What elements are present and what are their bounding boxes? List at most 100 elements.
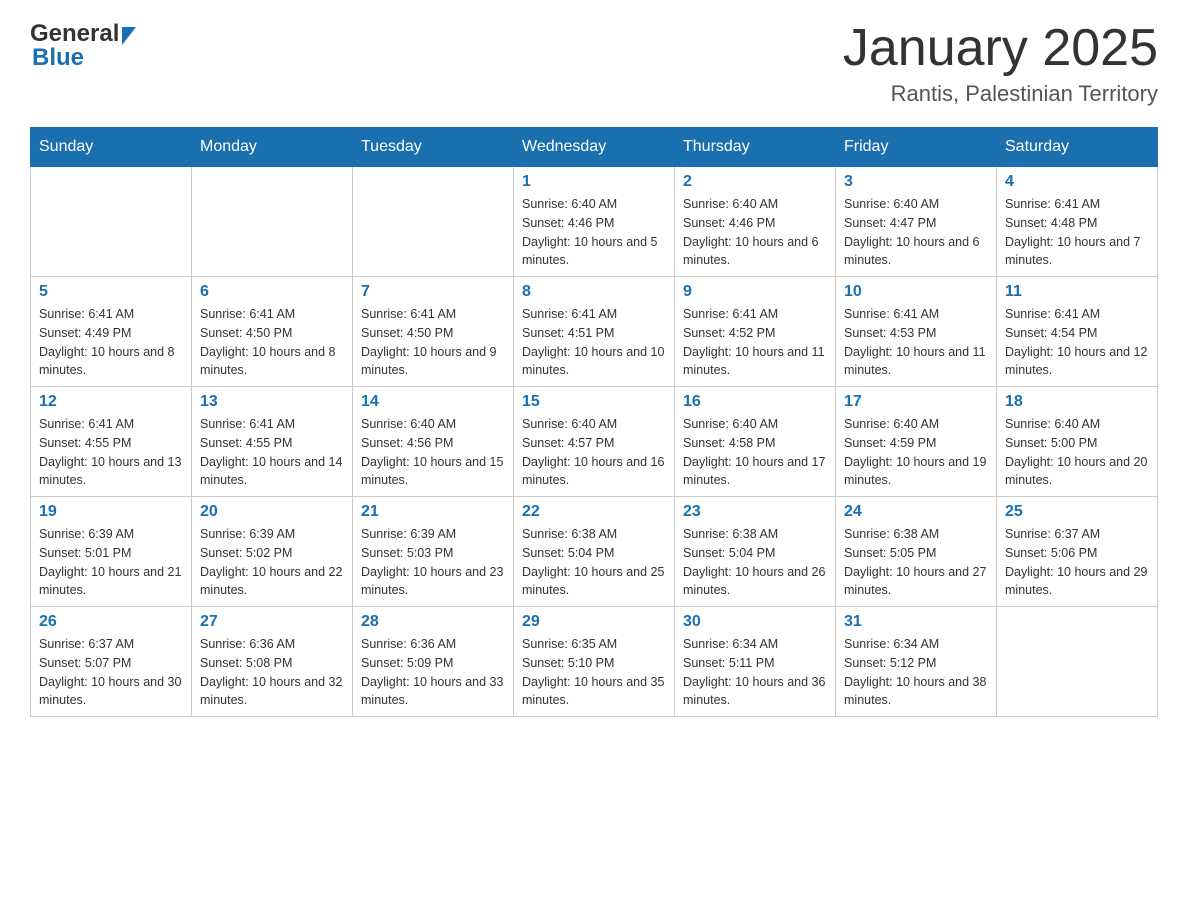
day-info: Sunrise: 6:41 AM Sunset: 4:48 PM Dayligh… [1005, 195, 1149, 270]
calendar-cell: 19 Sunrise: 6:39 AM Sunset: 5:01 PM Dayli… [31, 497, 192, 607]
calendar-week-row: 5 Sunrise: 6:41 AM Sunset: 4:49 PM Daylig… [31, 277, 1158, 387]
day-info: Sunrise: 6:34 AM Sunset: 5:12 PM Dayligh… [844, 635, 988, 710]
day-info: Sunrise: 6:36 AM Sunset: 5:08 PM Dayligh… [200, 635, 344, 710]
logo-blue-text: Blue [32, 44, 84, 72]
day-info: Sunrise: 6:34 AM Sunset: 5:11 PM Dayligh… [683, 635, 827, 710]
calendar-cell: 11 Sunrise: 6:41 AM Sunset: 4:54 PM Dayli… [997, 277, 1158, 387]
calendar-cell: 4 Sunrise: 6:41 AM Sunset: 4:48 PM Daylig… [997, 167, 1158, 277]
day-info: Sunrise: 6:36 AM Sunset: 5:09 PM Dayligh… [361, 635, 505, 710]
calendar-cell: 20Sunrise: 6:39 AM Sunset: 5:02 PM Dayli… [192, 497, 353, 607]
day-info: Sunrise: 6:35 AM Sunset: 5:10 PM Dayligh… [522, 635, 666, 710]
day-number: 11 [1005, 283, 1149, 301]
day-info: Sunrise: 6:37 AM Sunset: 5:06 PM Dayligh… [1005, 525, 1149, 600]
calendar-cell [192, 167, 353, 277]
calendar-cell: 5 Sunrise: 6:41 AM Sunset: 4:49 PM Daylig… [31, 277, 192, 387]
day-info: Sunrise: 6:41 AM Sunset: 4:52 PM Dayligh… [683, 305, 827, 380]
day-number: 4 [1005, 173, 1149, 191]
calendar-cell: 14 Sunrise: 6:40 AM Sunset: 4:56 PM Dayli… [353, 387, 514, 497]
day-info: Sunrise: 6:41 AM Sunset: 4:49 PM Dayligh… [39, 305, 183, 380]
day-number: 14 [361, 393, 505, 411]
logo-arrow-icon [122, 27, 136, 45]
day-info: Sunrise: 6:41 AM Sunset: 4:54 PM Dayligh… [1005, 305, 1149, 380]
calendar-cell: 8 Sunrise: 6:41 AM Sunset: 4:51 PM Daylig… [514, 277, 675, 387]
day-number: 23 [683, 503, 827, 521]
day-info: Sunrise: 6:40 AM Sunset: 4:46 PM Dayligh… [522, 195, 666, 270]
calendar-week-row: 26Sunrise: 6:37 AM Sunset: 5:07 PM Dayli… [31, 607, 1158, 717]
calendar-cell: 1 Sunrise: 6:40 AM Sunset: 4:46 PM Daylig… [514, 167, 675, 277]
day-info: Sunrise: 6:39 AM Sunset: 5:03 PM Dayligh… [361, 525, 505, 600]
col-thursday: Thursday [675, 128, 836, 167]
day-info: Sunrise: 6:41 AM Sunset: 4:51 PM Dayligh… [522, 305, 666, 380]
day-number: 12 [39, 393, 183, 411]
day-number: 26 [39, 613, 183, 631]
day-number: 2 [683, 173, 827, 191]
calendar-week-row: 19 Sunrise: 6:39 AM Sunset: 5:01 PM Dayli… [31, 497, 1158, 607]
day-number: 8 [522, 283, 666, 301]
day-info: Sunrise: 6:39 AM Sunset: 5:01 PM Dayligh… [39, 525, 183, 600]
day-info: Sunrise: 6:38 AM Sunset: 5:05 PM Dayligh… [844, 525, 988, 600]
calendar-cell: 2 Sunrise: 6:40 AM Sunset: 4:46 PM Daylig… [675, 167, 836, 277]
calendar-cell: 31Sunrise: 6:34 AM Sunset: 5:12 PM Dayli… [836, 607, 997, 717]
day-info: Sunrise: 6:39 AM Sunset: 5:02 PM Dayligh… [200, 525, 344, 600]
day-info: Sunrise: 6:41 AM Sunset: 4:50 PM Dayligh… [361, 305, 505, 380]
day-info: Sunrise: 6:41 AM Sunset: 4:55 PM Dayligh… [200, 415, 344, 490]
day-number: 21 [361, 503, 505, 521]
day-info: Sunrise: 6:40 AM Sunset: 4:59 PM Dayligh… [844, 415, 988, 490]
calendar-cell: 24 Sunrise: 6:38 AM Sunset: 5:05 PM Dayli… [836, 497, 997, 607]
calendar-cell: 15 Sunrise: 6:40 AM Sunset: 4:57 PM Dayli… [514, 387, 675, 497]
calendar-header-row: Sunday Monday Tuesday Wednesday Thursday… [31, 128, 1158, 167]
calendar-cell: 30 Sunrise: 6:34 AM Sunset: 5:11 PM Dayli… [675, 607, 836, 717]
calendar-cell: 9 Sunrise: 6:41 AM Sunset: 4:52 PM Daylig… [675, 277, 836, 387]
calendar-cell: 26Sunrise: 6:37 AM Sunset: 5:07 PM Dayli… [31, 607, 192, 717]
calendar-cell: 12 Sunrise: 6:41 AM Sunset: 4:55 PM Dayli… [31, 387, 192, 497]
col-monday: Monday [192, 128, 353, 167]
day-number: 10 [844, 283, 988, 301]
col-saturday: Saturday [997, 128, 1158, 167]
day-number: 19 [39, 503, 183, 521]
day-info: Sunrise: 6:40 AM Sunset: 4:56 PM Dayligh… [361, 415, 505, 490]
day-number: 22 [522, 503, 666, 521]
calendar-cell: 28 Sunrise: 6:36 AM Sunset: 5:09 PM Dayli… [353, 607, 514, 717]
day-number: 27 [200, 613, 344, 631]
day-number: 29 [522, 613, 666, 631]
day-number: 9 [683, 283, 827, 301]
calendar-cell: 25 Sunrise: 6:37 AM Sunset: 5:06 PM Dayli… [997, 497, 1158, 607]
col-friday: Friday [836, 128, 997, 167]
calendar-cell: 10Sunrise: 6:41 AM Sunset: 4:53 PM Dayli… [836, 277, 997, 387]
calendar-cell [997, 607, 1158, 717]
day-number: 28 [361, 613, 505, 631]
col-tuesday: Tuesday [353, 128, 514, 167]
calendar-week-row: 12 Sunrise: 6:41 AM Sunset: 4:55 PM Dayli… [31, 387, 1158, 497]
day-info: Sunrise: 6:40 AM Sunset: 4:46 PM Dayligh… [683, 195, 827, 270]
calendar-cell: 22 Sunrise: 6:38 AM Sunset: 5:04 PM Dayli… [514, 497, 675, 607]
calendar-cell: 16Sunrise: 6:40 AM Sunset: 4:58 PM Dayli… [675, 387, 836, 497]
calendar-cell: 21 Sunrise: 6:39 AM Sunset: 5:03 PM Dayli… [353, 497, 514, 607]
day-info: Sunrise: 6:38 AM Sunset: 5:04 PM Dayligh… [522, 525, 666, 600]
page-header: General Blue January 2025 Rantis, Palest… [30, 20, 1158, 107]
day-number: 16 [683, 393, 827, 411]
calendar-cell: 27 Sunrise: 6:36 AM Sunset: 5:08 PM Dayli… [192, 607, 353, 717]
calendar-cell: 18Sunrise: 6:40 AM Sunset: 5:00 PM Dayli… [997, 387, 1158, 497]
calendar-cell: 7 Sunrise: 6:41 AM Sunset: 4:50 PM Daylig… [353, 277, 514, 387]
day-info: Sunrise: 6:40 AM Sunset: 4:47 PM Dayligh… [844, 195, 988, 270]
day-number: 25 [1005, 503, 1149, 521]
calendar-week-row: 1 Sunrise: 6:40 AM Sunset: 4:46 PM Daylig… [31, 167, 1158, 277]
calendar-cell [353, 167, 514, 277]
day-info: Sunrise: 6:38 AM Sunset: 5:04 PM Dayligh… [683, 525, 827, 600]
col-sunday: Sunday [31, 128, 192, 167]
day-info: Sunrise: 6:41 AM Sunset: 4:50 PM Dayligh… [200, 305, 344, 380]
calendar-cell: 17 Sunrise: 6:40 AM Sunset: 4:59 PM Dayli… [836, 387, 997, 497]
day-number: 1 [522, 173, 666, 191]
location-title: Rantis, Palestinian Territory [843, 81, 1158, 107]
calendar-cell: 29 Sunrise: 6:35 AM Sunset: 5:10 PM Dayli… [514, 607, 675, 717]
day-info: Sunrise: 6:41 AM Sunset: 4:55 PM Dayligh… [39, 415, 183, 490]
day-number: 30 [683, 613, 827, 631]
day-number: 24 [844, 503, 988, 521]
day-number: 5 [39, 283, 183, 301]
day-number: 17 [844, 393, 988, 411]
day-info: Sunrise: 6:40 AM Sunset: 5:00 PM Dayligh… [1005, 415, 1149, 490]
day-info: Sunrise: 6:40 AM Sunset: 4:57 PM Dayligh… [522, 415, 666, 490]
day-number: 3 [844, 173, 988, 191]
day-number: 15 [522, 393, 666, 411]
day-number: 7 [361, 283, 505, 301]
